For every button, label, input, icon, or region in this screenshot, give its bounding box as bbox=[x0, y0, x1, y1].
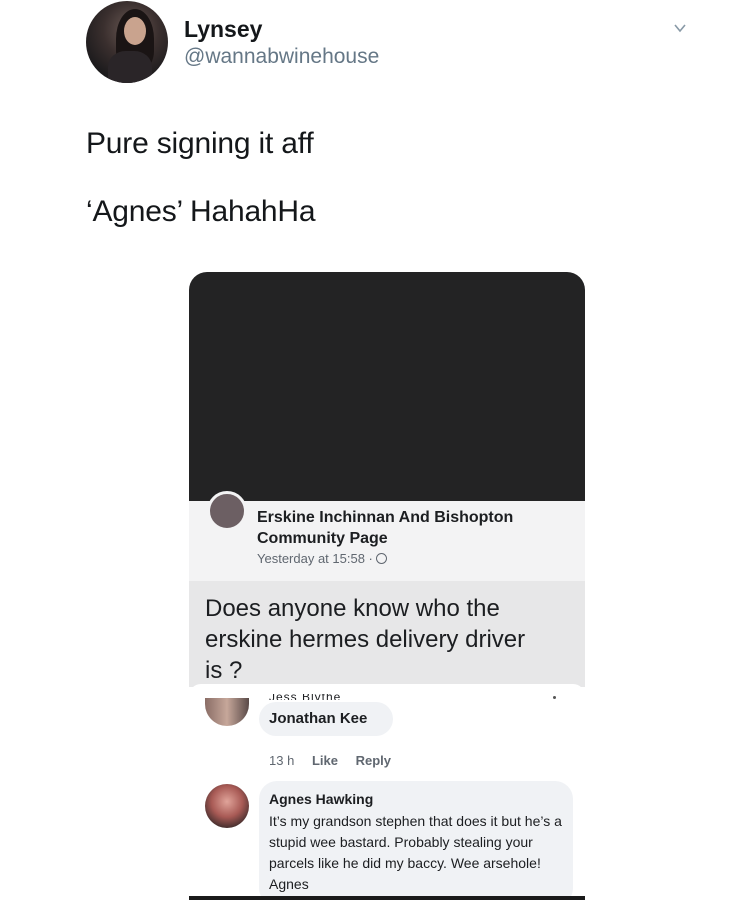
author-display-name[interactable]: Lynsey bbox=[184, 16, 262, 43]
fb-comments: Jess Blythe Jonathan Kee 13 h Like Reply… bbox=[189, 684, 585, 900]
comment-author: Jonathan Kee bbox=[269, 710, 368, 727]
tweet-text-line-1: Pure signing it aff bbox=[86, 127, 314, 160]
page-name: Erskine Inchinnan And Bishopton Communit… bbox=[257, 509, 514, 547]
post-time: Yesterday at 15:58 · bbox=[257, 551, 373, 566]
tweet-media-image[interactable]: Erskine Inchinnan And Bishopton Communit… bbox=[189, 272, 585, 900]
globe-icon bbox=[375, 553, 387, 564]
author-avatar[interactable] bbox=[86, 1, 168, 83]
avatar-face bbox=[124, 17, 146, 45]
fb-post-header: Erskine Inchinnan And Bishopton Communit… bbox=[189, 491, 585, 581]
post-meta: Yesterday at 15:58 · bbox=[257, 551, 387, 566]
commenter-avatar bbox=[205, 784, 249, 828]
comment-actions: 13 h Like Reply bbox=[269, 753, 391, 768]
post-text: Does anyone know who the erskine hermes … bbox=[205, 595, 526, 684]
page-avatar bbox=[207, 491, 247, 531]
redacted-area bbox=[189, 272, 585, 501]
avatar-body bbox=[108, 51, 152, 83]
media-bottom-edge bbox=[189, 896, 585, 900]
chevron-down-icon[interactable] bbox=[674, 22, 686, 34]
comment-author: Agnes Hawking bbox=[269, 791, 374, 807]
author-handle[interactable]: @wannabwinehouse bbox=[184, 45, 379, 69]
fb-post-body: Does anyone know who the erskine hermes … bbox=[189, 581, 585, 687]
like-action: Like bbox=[311, 753, 338, 768]
commenter-avatar bbox=[205, 698, 249, 726]
options-dot bbox=[553, 696, 556, 699]
comment-time: 13 h bbox=[269, 753, 295, 768]
tweet-text-line-2: ‘Agnes’ HahahHa bbox=[86, 195, 316, 228]
comment-bubble: Agnes Hawking It’s my grandson stephen t… bbox=[259, 781, 573, 900]
cut-off-commenter-name: Jess Blythe bbox=[269, 694, 341, 700]
comment-bubble: Jonathan Kee bbox=[259, 702, 393, 736]
comment-text: It’s my grandson stephen that does it bu… bbox=[269, 813, 562, 892]
reply-action: Reply bbox=[355, 753, 391, 768]
